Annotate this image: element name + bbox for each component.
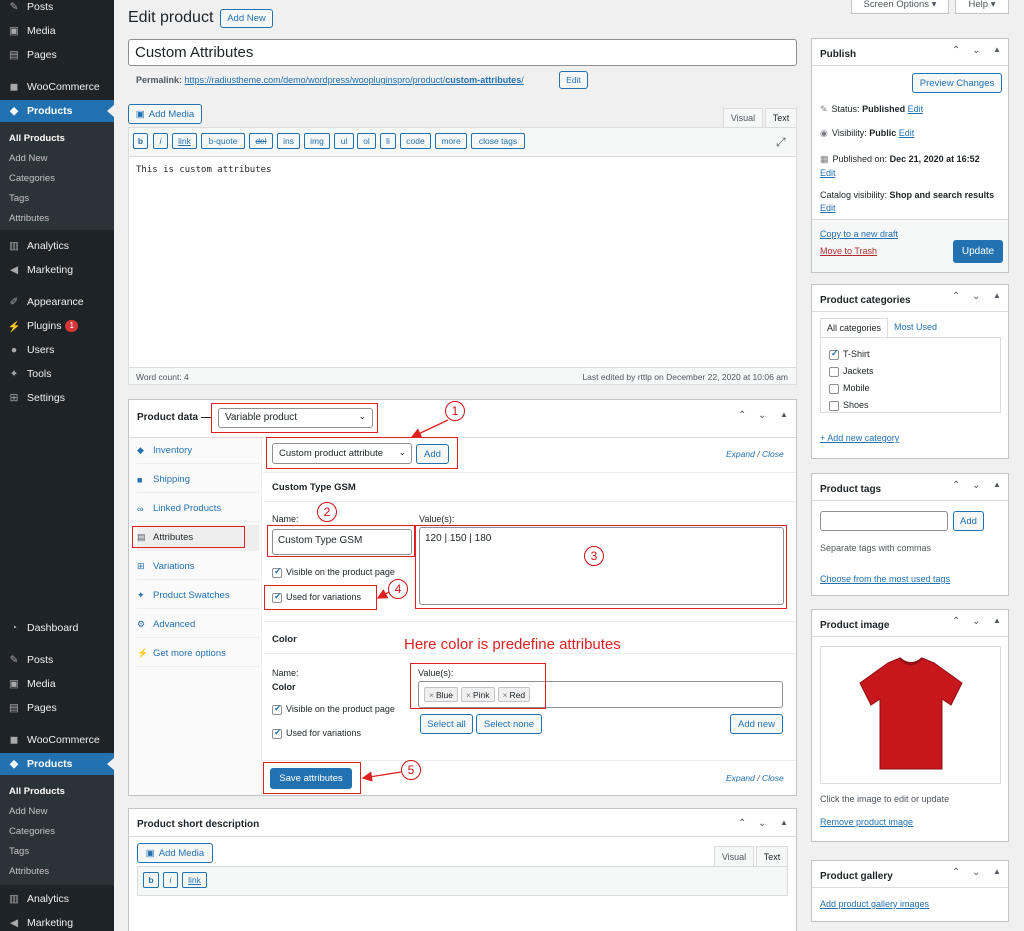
annotation-arrows bbox=[361, 419, 449, 782]
